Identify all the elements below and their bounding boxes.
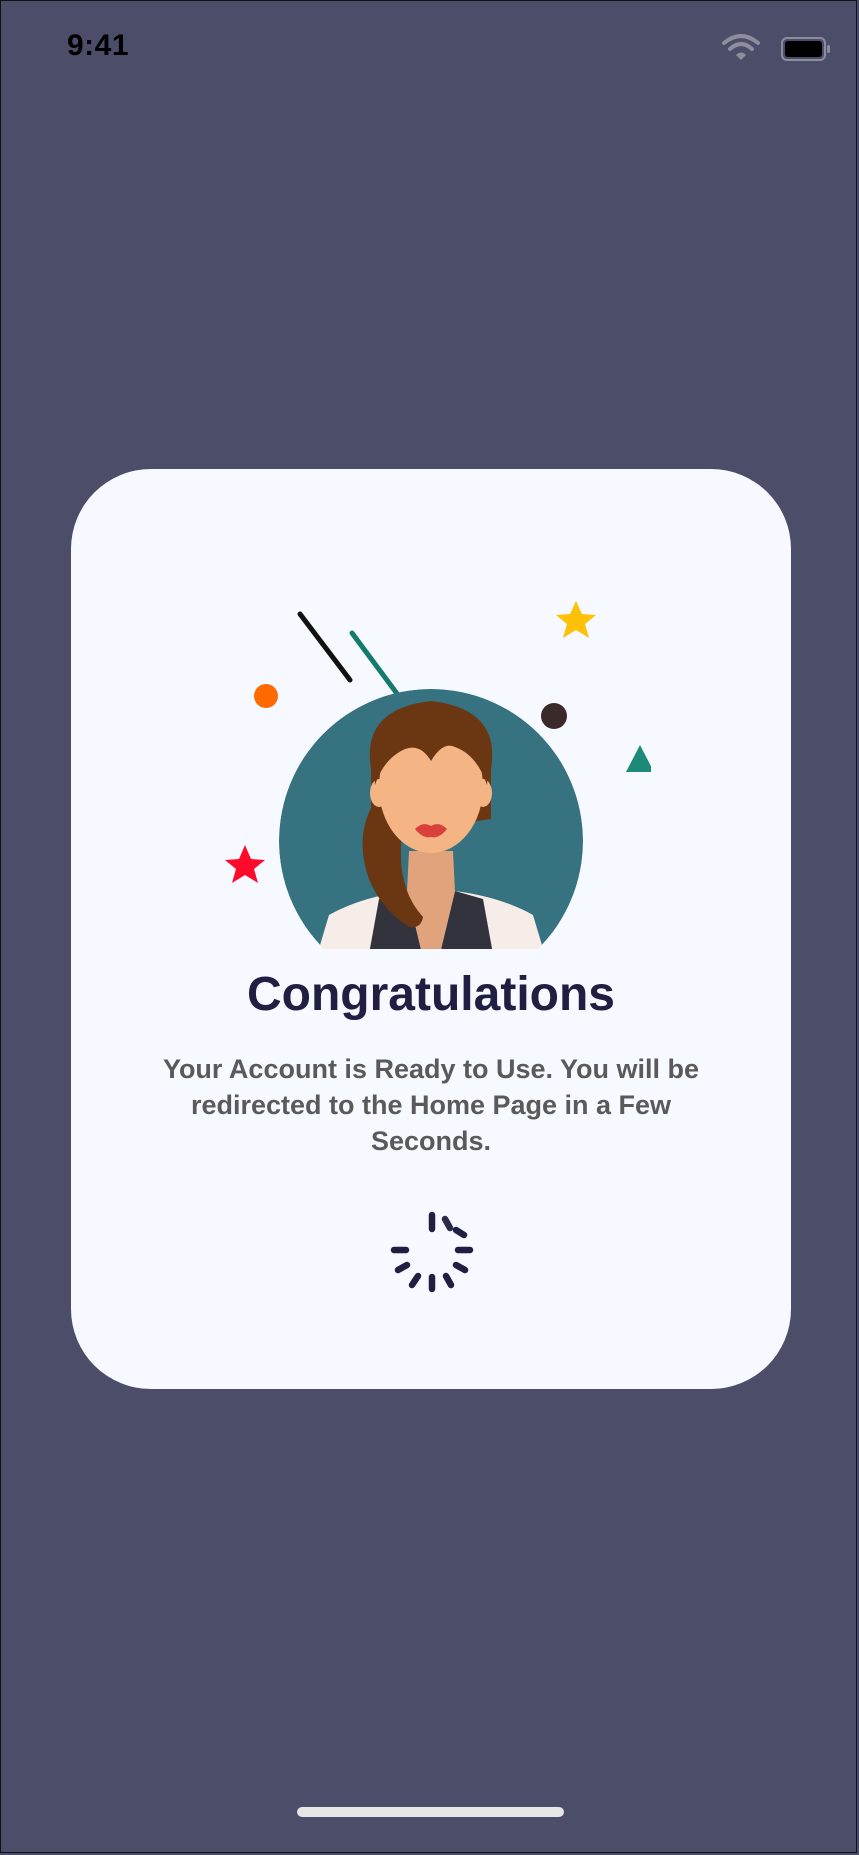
confetti-dot-dark bbox=[541, 703, 567, 729]
congratulations-illustration bbox=[225, 601, 651, 949]
confetti-triangle-teal bbox=[626, 745, 651, 772]
status-bar: 9:41 bbox=[1, 1, 856, 101]
home-indicator[interactable] bbox=[297, 1807, 564, 1817]
confetti-star-yellow bbox=[556, 601, 596, 638]
loading-spinner-icon bbox=[390, 1211, 474, 1293]
success-dialog: Congratulations Your Account is Ready to… bbox=[71, 469, 791, 1389]
battery-icon bbox=[781, 37, 830, 61]
confetti-line-teal bbox=[349, 630, 404, 702]
confetti-star-red bbox=[225, 845, 265, 883]
confetti-dot-orange bbox=[254, 684, 278, 708]
wifi-icon bbox=[722, 34, 760, 60]
screen: 9:41 Congratulations Your Account is Rea… bbox=[0, 0, 857, 1853]
avatar-illustration bbox=[279, 689, 583, 949]
confetti-line-black bbox=[297, 611, 353, 683]
status-time: 9:41 bbox=[67, 29, 130, 62]
dialog-message: Your Account is Ready to Use. You will b… bbox=[162, 1054, 700, 1156]
dialog-title: Congratulations bbox=[247, 968, 615, 1021]
